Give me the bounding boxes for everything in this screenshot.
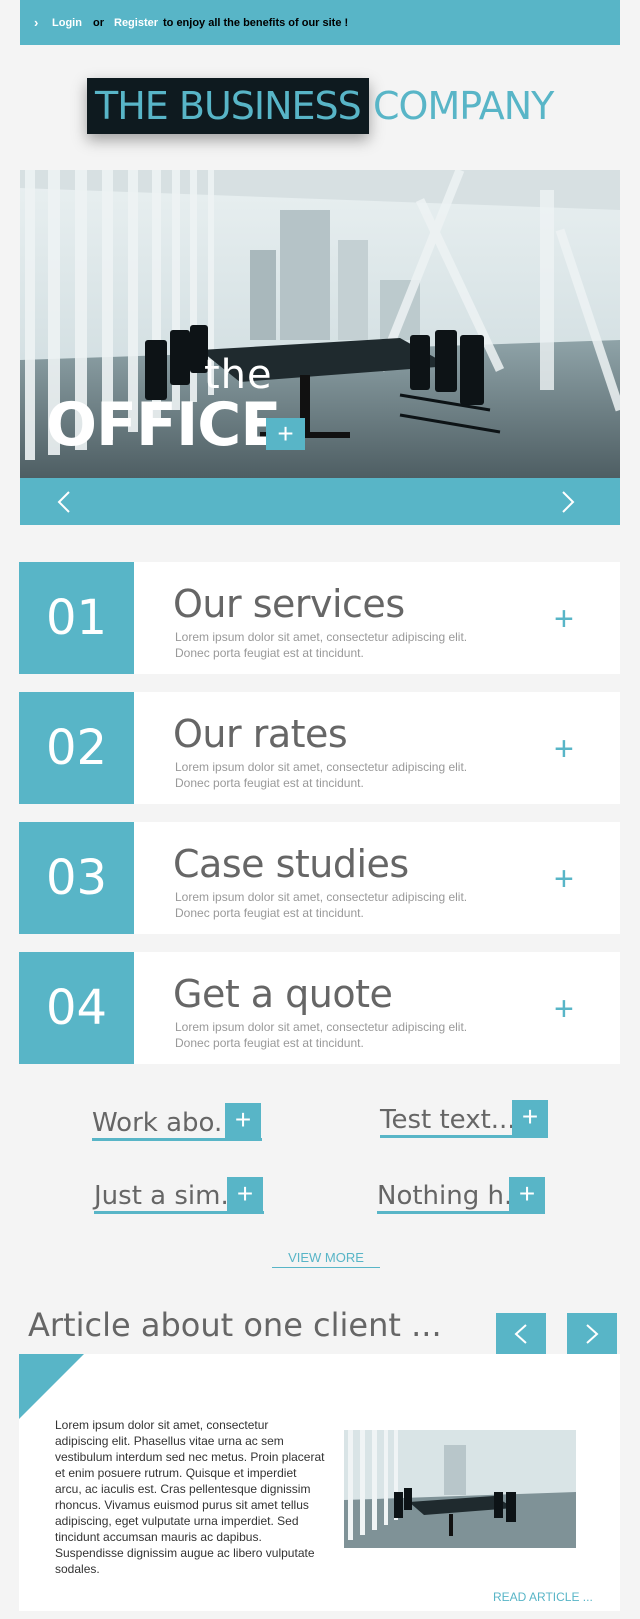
logo-text-business: THE BUSINESS [95,84,362,128]
register-link[interactable]: Register [114,17,158,29]
topbar-message: to enjoy all the benefits of our site ! [163,17,349,29]
or-text: or [93,17,104,29]
service-description: Lorem ipsum dolor sit amet, consectetur … [175,890,468,920]
chevron-left-icon [514,1324,527,1344]
corner-decoration [19,1354,84,1419]
service-card[interactable]: 03 Case studies Lorem ipsum dolor sit am… [19,822,620,934]
chevron-right-icon: › [34,15,39,30]
plus-icon[interactable]: + [512,1100,548,1136]
service-description: Lorem ipsum dolor sit amet, consectetur … [175,630,468,660]
plus-icon[interactable]: + [509,1177,545,1213]
service-card[interactable]: 02 Our rates Lorem ipsum dolor sit amet,… [19,692,620,804]
service-card[interactable]: 04 Get a quote Lorem ipsum dolor sit ame… [19,952,620,1064]
service-description: Lorem ipsum dolor sit amet, consectetur … [175,1020,468,1050]
article-prev-button[interactable] [496,1313,546,1354]
service-title: Our services [173,582,405,626]
office-thumbnail-illustration [344,1430,576,1548]
view-more-link[interactable]: VIEW MORE [272,1250,380,1268]
plus-icon[interactable]: + [225,1103,261,1139]
service-title: Case studies [173,842,409,886]
chevron-right-icon[interactable] [560,490,576,514]
plus-icon[interactable]: + [554,990,574,1029]
article-heading: Article about one client ... [28,1306,442,1344]
login-link[interactable]: Login [52,17,82,29]
hero-plus-button[interactable]: + [266,418,305,450]
service-card[interactable]: 01 Our services Lorem ipsum dolor sit am… [19,562,620,674]
logo-text-company: COMPANY [373,84,554,128]
hero-title-office: OFFICE [46,390,281,460]
plus-icon[interactable]: + [554,860,574,899]
service-number: 03 [19,822,134,934]
service-title: Get a quote [173,972,393,1016]
plus-icon[interactable]: + [554,730,574,769]
article-card: Lorem ipsum dolor sit amet, consectetur … [19,1354,620,1611]
read-article-link[interactable]: READ ARTICLE ... [493,1590,593,1604]
article-thumbnail[interactable] [344,1430,576,1548]
article-body: Lorem ipsum dolor sit amet, consectetur … [55,1418,325,1576]
service-title: Our rates [173,712,348,756]
chevron-left-icon[interactable] [56,490,72,514]
top-bar: › Login or Register to enjoy all the ben… [20,0,620,45]
service-number: 01 [19,562,134,674]
article-next-button[interactable] [567,1313,617,1354]
service-number: 04 [19,952,134,1064]
service-description: Lorem ipsum dolor sit amet, consectetur … [175,760,468,790]
chevron-right-icon [586,1324,599,1344]
plus-icon[interactable]: + [554,600,574,639]
service-number: 02 [19,692,134,804]
logo-dark-box[interactable]: THE BUSINESS [87,78,369,134]
plus-icon[interactable]: + [227,1177,263,1213]
hero-slider-nav [20,478,620,525]
